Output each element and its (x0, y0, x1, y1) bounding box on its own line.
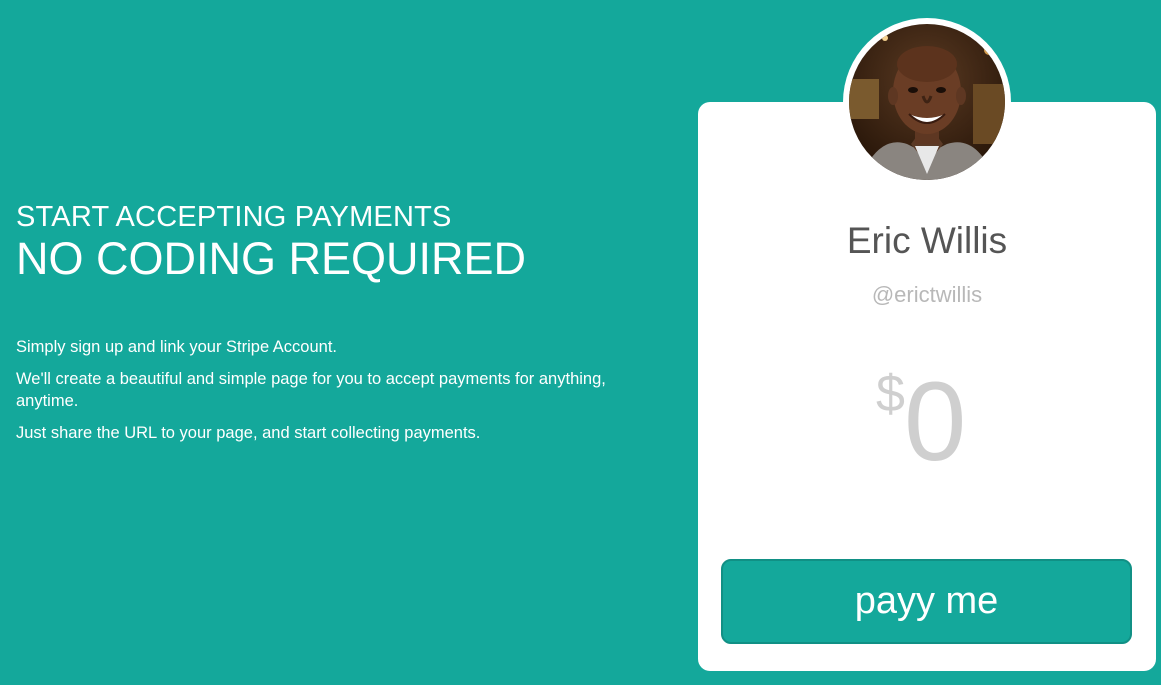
hero-paragraph-page: We'll create a beautiful and simple page… (16, 370, 606, 410)
profile-handle: @erictwillis (871, 282, 983, 307)
payment-card: Eric Willis @erictwillis $ 0 payy me (698, 102, 1156, 671)
currency-symbol: $ (876, 365, 905, 423)
hero-headline: NO CODING REQUIRED (16, 233, 527, 284)
pay-button[interactable]: payy me (721, 559, 1132, 644)
amount-display: $ 0 (876, 364, 996, 484)
hero-kicker: START ACCEPTING PAYMENTS (16, 201, 452, 233)
avatar-illustration (849, 24, 1005, 180)
hero-section: START ACCEPTING PAYMENTS NO CODING REQUI… (16, 200, 616, 454)
profile-name: Eric Willis (846, 220, 1008, 261)
profile-photo-icon (849, 24, 1005, 180)
hero-paragraph-signup: Simply sign up and link your Stripe Acco… (16, 338, 338, 356)
amount-value: 0 (904, 359, 967, 484)
avatar (843, 18, 1011, 186)
hero-description: Simply sign up and link your Stripe Acco… (16, 336, 616, 444)
landing-page: START ACCEPTING PAYMENTS NO CODING REQUI… (0, 0, 1161, 685)
hero-paragraph-share: Just share the URL to your page, and sta… (16, 424, 481, 442)
